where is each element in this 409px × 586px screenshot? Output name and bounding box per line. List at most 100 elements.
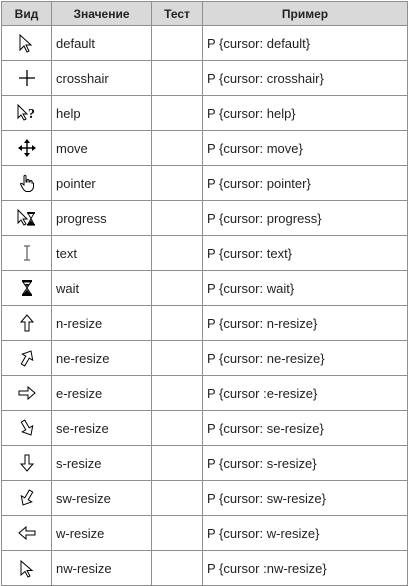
icon-cell bbox=[1, 445, 52, 481]
test-cell[interactable] bbox=[151, 340, 203, 376]
cursor-value-cell: default bbox=[51, 25, 152, 61]
test-cell[interactable] bbox=[151, 165, 203, 201]
cursor-value-cell: pointer bbox=[51, 165, 152, 201]
cursor-value-cell: nw-resize bbox=[51, 550, 152, 586]
cursor-value-cell: e-resize bbox=[51, 375, 152, 411]
example-cell: P {cursor: crosshair} bbox=[202, 60, 408, 96]
cursor-value-cell: progress bbox=[51, 200, 152, 236]
table-row: pointer P {cursor: pointer} bbox=[1, 165, 408, 201]
table-row: move P {cursor: move} bbox=[1, 130, 408, 166]
help-arrow-question-icon: ? bbox=[2, 103, 51, 123]
test-cell[interactable] bbox=[151, 410, 203, 446]
example-cell: P {cursor: text} bbox=[202, 235, 408, 271]
test-cell[interactable] bbox=[151, 270, 203, 306]
test-cell[interactable] bbox=[151, 130, 203, 166]
header-name: Значение bbox=[51, 1, 152, 26]
example-cell: P {cursor: progress} bbox=[202, 200, 408, 236]
icon-cell bbox=[1, 270, 52, 306]
icon-cell bbox=[1, 25, 52, 61]
header-test: Тест bbox=[151, 1, 203, 26]
table-row: e-resize P {cursor :e-resize} bbox=[1, 375, 408, 411]
test-cell[interactable] bbox=[151, 200, 203, 236]
test-cell[interactable] bbox=[151, 515, 203, 551]
table-row: default P {cursor: default} bbox=[1, 25, 408, 61]
example-cell: P {cursor: sw-resize} bbox=[202, 480, 408, 516]
test-cell[interactable] bbox=[151, 95, 203, 131]
example-cell: P {cursor: help} bbox=[202, 95, 408, 131]
cursor-value-cell: w-resize bbox=[51, 515, 152, 551]
cursor-value-cell: n-resize bbox=[51, 305, 152, 341]
example-cell: P {cursor: default} bbox=[202, 25, 408, 61]
header-row: Вид Значение Тест Пример bbox=[1, 1, 408, 26]
table-row: wait P {cursor: wait} bbox=[1, 270, 408, 306]
test-cell[interactable] bbox=[151, 305, 203, 341]
table-row: w-resize P {cursor: w-resize} bbox=[1, 515, 408, 551]
test-cell[interactable] bbox=[151, 375, 203, 411]
icon-cell bbox=[1, 410, 52, 446]
table-row: ? help P {cursor: help} bbox=[1, 95, 408, 131]
s-resize-arrow-icon bbox=[2, 453, 51, 473]
test-cell[interactable] bbox=[151, 445, 203, 481]
default-arrow-icon bbox=[2, 33, 51, 53]
icon-cell bbox=[1, 375, 52, 411]
table-row: se-resize P {cursor: se-resize} bbox=[1, 410, 408, 446]
header-icon: Вид bbox=[1, 1, 52, 26]
pointer-hand-icon bbox=[2, 173, 51, 193]
sw-resize-arrow-icon bbox=[2, 488, 51, 508]
svg-text:?: ? bbox=[28, 107, 35, 122]
example-cell: P {cursor: ne-resize} bbox=[202, 340, 408, 376]
wait-hourglass-icon bbox=[2, 278, 51, 298]
cursor-reference-table: Вид Значение Тест Пример default P {curso… bbox=[1, 1, 408, 586]
table-row: ne-resize P {cursor: ne-resize} bbox=[1, 340, 408, 376]
example-cell: P {cursor: pointer} bbox=[202, 165, 408, 201]
table-row: nw-resize P {cursor :nw-resize} bbox=[1, 550, 408, 586]
test-cell[interactable] bbox=[151, 235, 203, 271]
example-cell: P {cursor :e-resize} bbox=[202, 375, 408, 411]
table-row: n-resize P {cursor: n-resize} bbox=[1, 305, 408, 341]
w-resize-arrow-icon bbox=[2, 523, 51, 543]
example-cell: P {cursor :nw-resize} bbox=[202, 550, 408, 586]
cursor-value-cell: crosshair bbox=[51, 60, 152, 96]
progress-arrow-hourglass-icon bbox=[2, 208, 51, 228]
n-resize-arrow-icon bbox=[2, 313, 51, 333]
cursor-value-cell: ne-resize bbox=[51, 340, 152, 376]
icon-cell bbox=[1, 235, 52, 271]
table-row: crosshair P {cursor: crosshair} bbox=[1, 60, 408, 96]
test-cell[interactable] bbox=[151, 60, 203, 96]
se-resize-arrow-icon bbox=[2, 418, 51, 438]
example-cell: P {cursor: se-resize} bbox=[202, 410, 408, 446]
cursor-value-cell: text bbox=[51, 235, 152, 271]
cursor-value-cell: sw-resize bbox=[51, 480, 152, 516]
cursor-value-cell: help bbox=[51, 95, 152, 131]
example-cell: P {cursor: wait} bbox=[202, 270, 408, 306]
table-row: sw-resize P {cursor: sw-resize} bbox=[1, 480, 408, 516]
test-cell[interactable] bbox=[151, 25, 203, 61]
icon-cell bbox=[1, 550, 52, 586]
table-row: text P {cursor: text} bbox=[1, 235, 408, 271]
example-cell: P {cursor: w-resize} bbox=[202, 515, 408, 551]
nw-resize-arrow-icon bbox=[2, 558, 51, 578]
cursor-value-cell: s-resize bbox=[51, 445, 152, 481]
ne-resize-arrow-icon bbox=[2, 348, 51, 368]
table-row: progress P {cursor: progress} bbox=[1, 200, 408, 236]
example-cell: P {cursor: s-resize} bbox=[202, 445, 408, 481]
header-example: Пример bbox=[202, 1, 408, 26]
table-row: s-resize P {cursor: s-resize} bbox=[1, 445, 408, 481]
icon-cell bbox=[1, 480, 52, 516]
icon-cell bbox=[1, 340, 52, 376]
icon-cell bbox=[1, 515, 52, 551]
text-ibeam-icon bbox=[2, 243, 51, 263]
icon-cell bbox=[1, 130, 52, 166]
test-cell[interactable] bbox=[151, 550, 203, 586]
icon-cell bbox=[1, 60, 52, 96]
crosshair-icon bbox=[2, 68, 51, 88]
example-cell: P {cursor: n-resize} bbox=[202, 305, 408, 341]
move-arrows-icon bbox=[2, 138, 51, 158]
example-cell: P {cursor: move} bbox=[202, 130, 408, 166]
cursor-value-cell: wait bbox=[51, 270, 152, 306]
e-resize-arrow-icon bbox=[2, 383, 51, 403]
icon-cell bbox=[1, 200, 52, 236]
test-cell[interactable] bbox=[151, 480, 203, 516]
cursor-value-cell: se-resize bbox=[51, 410, 152, 446]
icon-cell: ? bbox=[1, 95, 52, 131]
